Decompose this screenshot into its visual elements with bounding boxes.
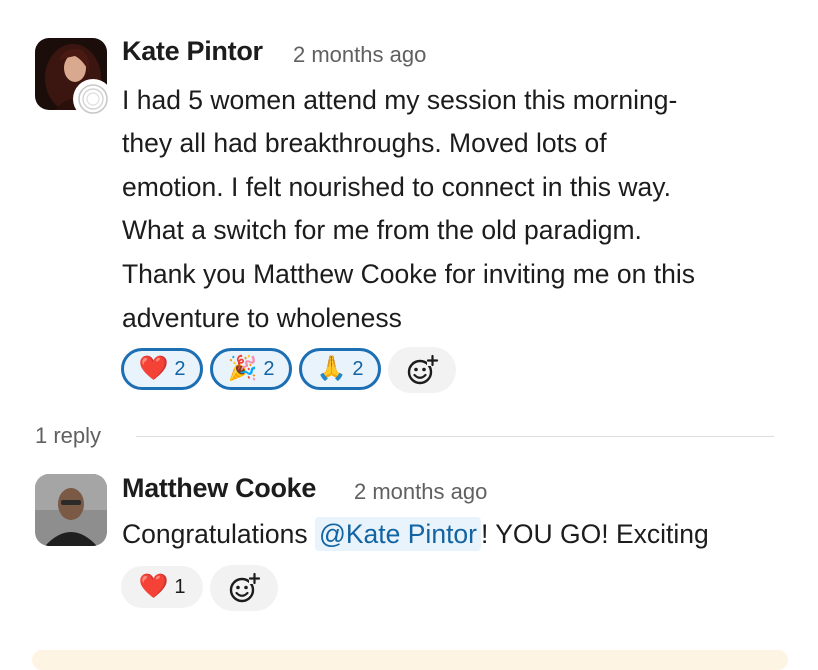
message-text: Congratulations xyxy=(122,519,315,549)
timestamp[interactable]: 2 months ago xyxy=(354,479,487,505)
message-body: Congratulations @Kate Pintor! YOU GO! Ex… xyxy=(122,512,709,556)
reaction-count: 2 xyxy=(263,357,275,380)
reaction-count: 2 xyxy=(174,357,186,380)
composer-banner xyxy=(32,650,788,670)
message-line: Thank you Matthew Cooke for inviting me … xyxy=(122,259,695,289)
reaction-count: 2 xyxy=(352,357,364,380)
author-name[interactable]: Kate Pintor xyxy=(122,36,263,67)
message-text: ! YOU GO! Exciting xyxy=(481,519,709,549)
thread-divider xyxy=(136,436,774,437)
message-line: adventure to wholeness xyxy=(122,303,402,333)
message-line: I had 5 women attend my session this mor… xyxy=(122,85,678,115)
reaction-heart[interactable]: ❤️ 2 xyxy=(121,348,203,390)
party-popper-icon: 🎉 xyxy=(227,355,258,382)
reaction-party-popper[interactable]: 🎉 2 xyxy=(210,348,292,390)
message-line: What a switch for me from the old paradi… xyxy=(122,215,642,245)
add-reaction-button[interactable] xyxy=(388,347,456,393)
reply-count[interactable]: 1 reply xyxy=(35,423,101,449)
reaction-count: 1 xyxy=(174,575,186,598)
message-line: emotion. I felt nourished to connect in … xyxy=(122,172,671,202)
message-line: they all had breakthroughs. Moved lots o… xyxy=(122,128,607,158)
heart-icon: ❤️ xyxy=(138,573,169,600)
avatar-matthew-cooke-image xyxy=(35,474,107,546)
reaction-folded-hands[interactable]: 🙏 2 xyxy=(299,348,381,390)
timestamp[interactable]: 2 months ago xyxy=(293,42,426,68)
add-emoji-icon xyxy=(229,572,261,603)
folded-hands-icon: 🙏 xyxy=(316,355,347,382)
presence-icon xyxy=(73,79,113,119)
user-mention[interactable]: @Kate Pintor xyxy=(314,517,481,551)
add-emoji-icon xyxy=(407,354,439,385)
author-name[interactable]: Matthew Cooke xyxy=(122,473,316,504)
add-reaction-button[interactable] xyxy=(210,565,278,611)
avatar[interactable] xyxy=(35,474,107,546)
reaction-heart[interactable]: ❤️ 1 xyxy=(121,566,203,608)
heart-icon: ❤️ xyxy=(138,355,169,382)
